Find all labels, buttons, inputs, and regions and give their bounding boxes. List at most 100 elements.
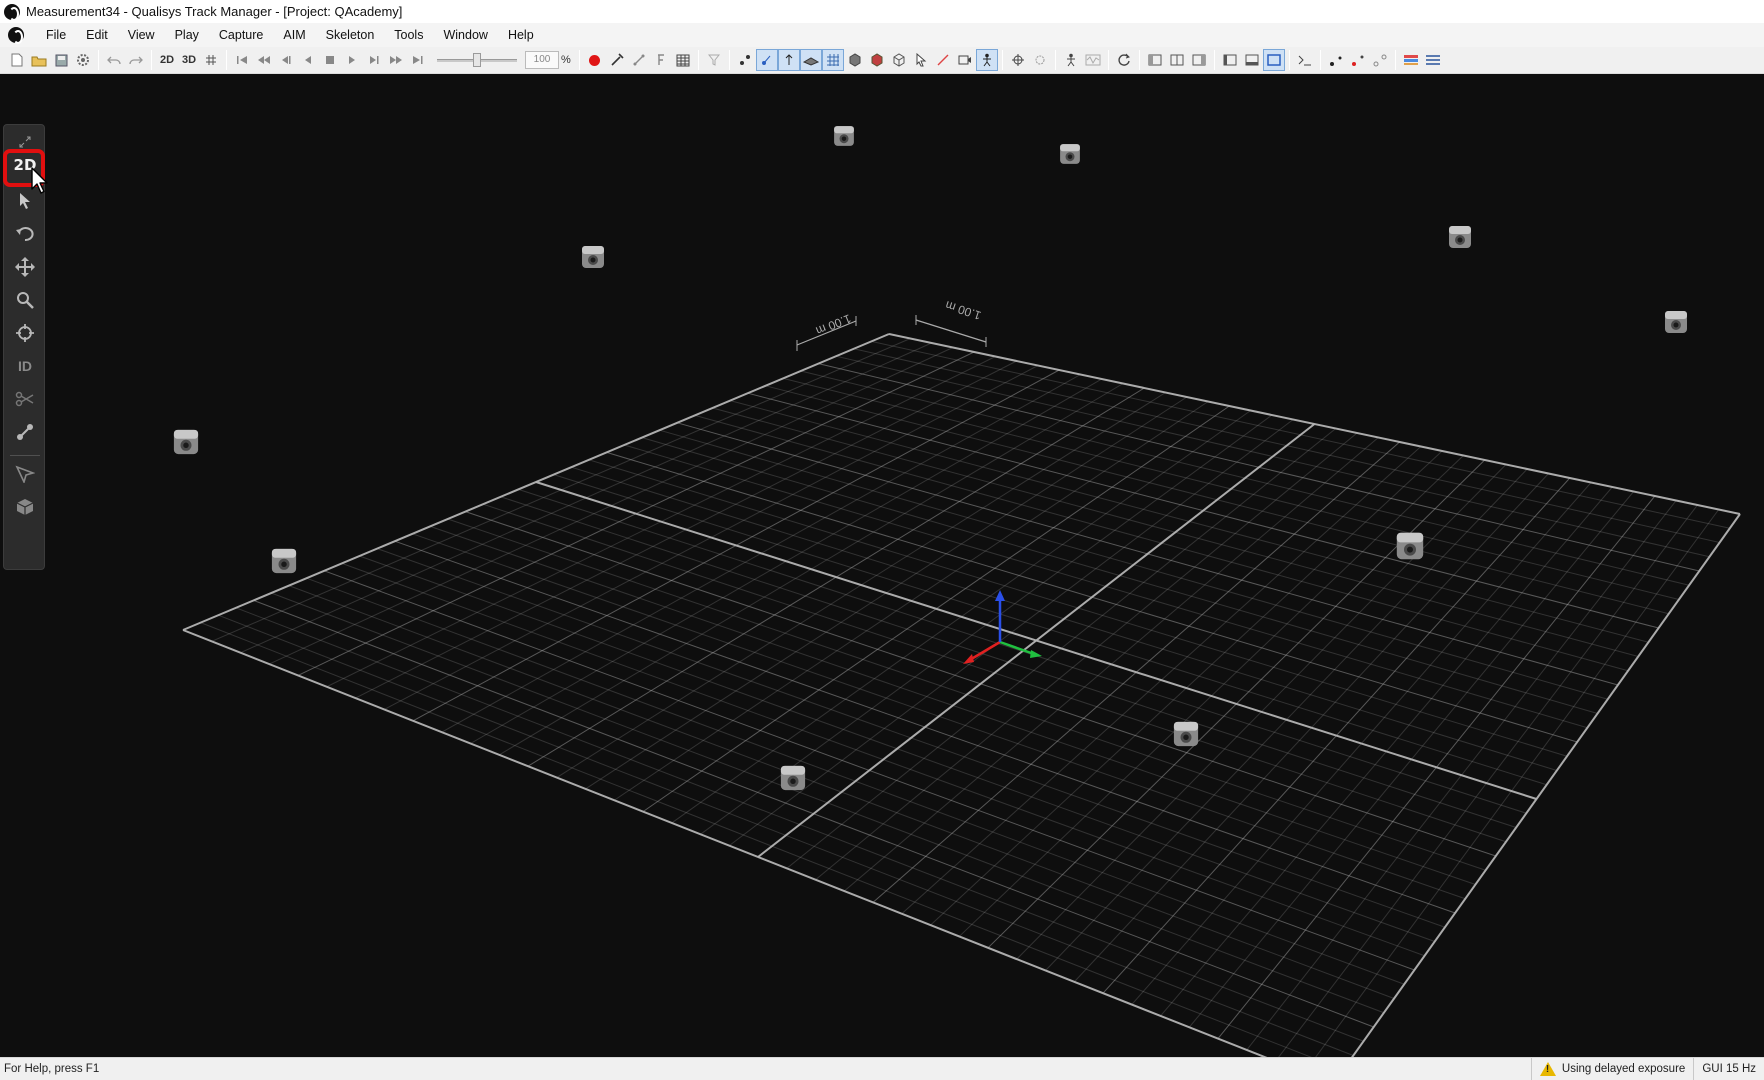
cut-scissors-icon[interactable] [9, 384, 41, 414]
list-icon[interactable] [1422, 49, 1444, 71]
step-forward-icon[interactable] [363, 49, 385, 71]
grid-view-icon[interactable] [200, 49, 222, 71]
go-end-icon[interactable] [407, 49, 429, 71]
redo-icon[interactable] [125, 49, 147, 71]
table-icon[interactable] [672, 49, 694, 71]
menu-play[interactable]: Play [165, 23, 209, 47]
menu-view[interactable]: View [118, 23, 165, 47]
menu-skeleton[interactable]: Skeleton [316, 23, 385, 47]
bone-icon[interactable] [628, 49, 650, 71]
marker-pair-icon[interactable] [1325, 49, 1347, 71]
panel-full-icon[interactable] [1262, 49, 1285, 71]
zoom-magnifier-icon[interactable] [9, 285, 41, 315]
toolbar-separator [226, 50, 227, 70]
layout-right-icon[interactable] [1188, 49, 1210, 71]
window-title: Measurement34 - Qualisys Track Manager -… [26, 4, 403, 19]
axis-view-icon[interactable] [777, 49, 800, 71]
refresh-icon[interactable] [1113, 49, 1135, 71]
exposure-warning: Using delayed exposure [1530, 1058, 1693, 1080]
pan-move-icon[interactable] [9, 252, 41, 282]
document-system-menu-icon[interactable] [8, 27, 24, 44]
playback-speed-input[interactable]: 100 [525, 51, 559, 69]
3d-scene[interactable]: 1.00 m 1.00 m [0, 74, 1764, 1057]
slider-thumb[interactable] [473, 53, 481, 67]
terminal-icon[interactable] [1294, 49, 1316, 71]
trajectory-view-icon[interactable] [755, 49, 778, 71]
layout-split-icon[interactable] [1166, 49, 1188, 71]
floor-view-icon[interactable] [799, 49, 822, 71]
person-icon[interactable] [1060, 49, 1082, 71]
wand-icon[interactable] [606, 49, 628, 71]
go-start-icon[interactable] [231, 49, 253, 71]
camera-model [1060, 144, 1080, 164]
menu-help[interactable]: Help [498, 23, 544, 47]
toolbar-separator [1213, 50, 1215, 70]
status-bar: For Help, press F1 Using delayed exposur… [0, 1057, 1764, 1080]
marker-red-icon[interactable] [1347, 49, 1369, 71]
qualisys-logo-icon [4, 3, 20, 21]
record-icon[interactable] [584, 49, 606, 71]
step-forward-fast-icon[interactable] [385, 49, 407, 71]
cursor-select-icon[interactable] [910, 49, 932, 71]
volume-icon[interactable] [844, 49, 866, 71]
filter-icon[interactable] [703, 49, 725, 71]
gui-rate: GUI 15 Hz [1693, 1058, 1764, 1080]
camera-model [173, 429, 199, 455]
camera-model [1396, 532, 1424, 560]
playback-speed-slider[interactable] [435, 49, 519, 71]
menu-aim[interactable]: AIM [273, 23, 315, 47]
main-toolbar: 2D 3D 100 % [0, 47, 1764, 74]
trace-icon[interactable] [932, 49, 954, 71]
step-back-icon[interactable] [275, 49, 297, 71]
scale-ruler-left: 1.00 m [796, 311, 857, 351]
step-back-fast-icon[interactable] [253, 49, 275, 71]
save-icon[interactable] [50, 49, 72, 71]
rigid-body-icon[interactable] [866, 49, 888, 71]
bone-tool-icon[interactable] [9, 417, 41, 447]
skeleton-view-icon[interactable] [975, 49, 998, 71]
target-gear-icon[interactable] [1029, 49, 1051, 71]
trajectory-select-icon[interactable] [9, 459, 41, 489]
identify-id-button[interactable]: ID [9, 351, 41, 381]
view-3d-button[interactable]: 3D [178, 49, 200, 71]
cube-3d-icon[interactable] [9, 492, 41, 522]
panel-left-icon[interactable] [1219, 49, 1241, 71]
open-folder-icon[interactable] [28, 49, 50, 71]
rotate-icon[interactable] [9, 219, 41, 249]
undo-icon[interactable] [103, 49, 125, 71]
camera-view-icon[interactable] [954, 49, 976, 71]
menu-file[interactable]: File [36, 23, 76, 47]
menu-edit[interactable]: Edit [76, 23, 118, 47]
camera-model [834, 126, 854, 146]
crosshair-icon[interactable] [1007, 49, 1029, 71]
3d-viewport[interactable]: 1.00 m 1.00 m 2D ID [0, 74, 1764, 1057]
exposure-warning-text: Using delayed exposure [1561, 1063, 1686, 1075]
marker-link-icon[interactable] [1369, 49, 1391, 71]
grid-floor-icon[interactable] [821, 49, 844, 71]
toolbar-separator [1107, 50, 1109, 70]
settings-gear-icon[interactable] [72, 49, 94, 71]
play-icon[interactable] [341, 49, 363, 71]
color-bars-icon[interactable] [1400, 49, 1422, 71]
camera-model [780, 765, 806, 791]
panel-bottom-icon[interactable] [1241, 49, 1263, 71]
layout-left-icon[interactable] [1144, 49, 1166, 71]
force-icon[interactable] [650, 49, 672, 71]
menu-window[interactable]: Window [433, 23, 497, 47]
new-file-icon[interactable] [6, 49, 28, 71]
toolbar-separator [1001, 50, 1003, 70]
help-hint: For Help, press F1 [4, 1063, 100, 1075]
menu-tools[interactable]: Tools [384, 23, 433, 47]
camera-model [582, 246, 604, 268]
camera-model [271, 548, 297, 574]
waveform-icon[interactable] [1082, 49, 1104, 71]
grid-line [1278, 504, 1698, 1057]
markers-view-icon[interactable] [734, 49, 756, 71]
menu-capture[interactable]: Capture [209, 23, 273, 47]
center-target-icon[interactable] [9, 318, 41, 348]
view-2d-button[interactable]: 2D [156, 49, 178, 71]
cube-outline-icon[interactable] [888, 49, 910, 71]
toolbar-separator [151, 50, 152, 70]
stop-icon[interactable] [319, 49, 341, 71]
play-back-icon[interactable] [297, 49, 319, 71]
